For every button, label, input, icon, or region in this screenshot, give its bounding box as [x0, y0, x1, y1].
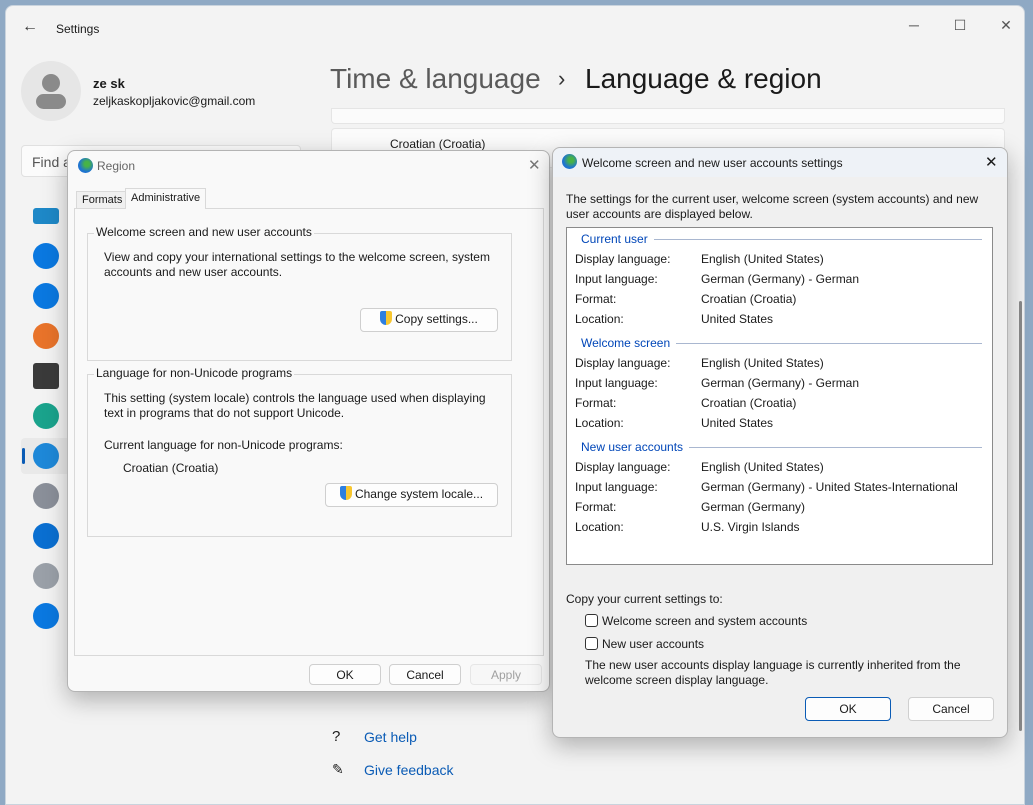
setting-value: German (Germany) - United States-Interna… — [701, 480, 958, 494]
time-language-icon[interactable] — [33, 443, 59, 469]
gaming-icon[interactable] — [33, 483, 59, 509]
setting-label: Location: — [575, 520, 624, 534]
selection-indicator — [22, 448, 25, 464]
avatar — [21, 61, 81, 121]
change-system-locale-button[interactable]: Change system locale... — [325, 483, 498, 507]
windows-update-icon[interactable] — [33, 603, 59, 629]
setting-value: United States — [701, 416, 774, 430]
back-icon[interactable]: ← — [22, 18, 38, 36]
setting-value: United States — [701, 312, 774, 326]
current-locale-label: Current language for non-Unicode program… — [104, 438, 343, 452]
personalization-icon[interactable] — [33, 323, 59, 349]
setting-value: German (Germany) - German — [701, 376, 860, 390]
welcome-settings-dialog: Welcome screen and new user accounts set… — [552, 147, 1008, 738]
welcome-close-button[interactable]: ✕ — [985, 153, 998, 171]
section-title: New user accounts — [581, 440, 982, 454]
copy-label: Copy your current settings to: — [566, 592, 723, 606]
inherit-note: The new user accounts display language i… — [585, 658, 961, 687]
breadcrumb-parent[interactable]: Time & language — [330, 63, 541, 95]
checkbox-box[interactable] — [585, 614, 598, 627]
unicode-group-text: This setting (system locale) controls th… — [104, 391, 486, 420]
setting-label: Input language: — [575, 272, 658, 286]
tab-administrative[interactable]: Administrative — [125, 188, 207, 209]
privacy-icon[interactable] — [33, 563, 59, 589]
setting-label: Input language: — [575, 480, 658, 494]
welcome-group-text: View and copy your international setting… — [104, 250, 490, 279]
welcome-title: Welcome screen and new user accounts set… — [582, 156, 843, 170]
give-feedback-link[interactable]: Give feedback — [364, 762, 454, 778]
group-title: Language for non-Unicode programs — [94, 366, 295, 380]
user-name: ze sk — [93, 76, 125, 91]
setting-value: U.S. Virgin Islands — [701, 520, 800, 534]
setting-label: Input language: — [575, 376, 658, 390]
page-title: Language & region — [585, 63, 822, 94]
setting-label: Display language: — [575, 252, 671, 266]
current-locale-value: Croatian (Croatia) — [123, 461, 219, 475]
accessibility-icon[interactable] — [33, 523, 59, 549]
setting-value: English (United States) — [701, 252, 824, 266]
setting-label: Location: — [575, 312, 624, 326]
uac-shield-icon — [380, 311, 393, 325]
minimize-button[interactable]: ─ — [894, 12, 934, 38]
setting-label: Display language: — [575, 356, 671, 370]
welcome-cancel-button[interactable]: Cancel — [908, 697, 994, 721]
close-button[interactable]: ✕ — [986, 12, 1026, 38]
settings-summary-box: Current user Display language: English (Un… — [566, 227, 993, 565]
group-title: Welcome screen and new user accounts — [94, 225, 314, 239]
tab-panel: Welcome screen and new user accounts Vie… — [74, 208, 544, 656]
window-title: Settings — [56, 22, 100, 36]
setting-value: Croatian (Croatia) — [701, 292, 797, 306]
row-text: Croatian (Croatia) — [390, 137, 486, 151]
accounts-icon[interactable] — [33, 403, 59, 429]
setting-label: Format: — [575, 292, 617, 306]
region-globe-icon — [78, 158, 93, 173]
region-dialog: Region ✕ Formats Administrative Welcome … — [67, 150, 550, 692]
setting-label: Format: — [575, 396, 617, 410]
uac-shield-icon — [339, 486, 352, 500]
welcome-group: Welcome screen and new user accounts Vie… — [87, 225, 512, 361]
section-title: Welcome screen — [581, 336, 982, 350]
region-close-button[interactable]: ✕ — [528, 156, 541, 174]
scrollbar[interactable] — [1019, 301, 1022, 731]
copy-settings-button[interactable]: Copy settings... — [360, 308, 498, 332]
unicode-group: Language for non-Unicode programs This s… — [87, 366, 512, 537]
checkbox-new-user-accounts[interactable]: New user accounts — [585, 637, 704, 651]
bluetooth-icon[interactable] — [33, 243, 59, 269]
tab-formats[interactable]: Formats — [76, 191, 129, 209]
welcome-intro: The settings for the current user, welco… — [566, 192, 979, 221]
maximize-button[interactable]: ☐ — [940, 12, 980, 38]
network-icon[interactable] — [33, 283, 59, 309]
setting-value: English (United States) — [701, 356, 824, 370]
system-icon[interactable] — [33, 208, 59, 224]
apps-icon[interactable] — [33, 363, 59, 389]
section-title: Current user — [581, 232, 982, 246]
region-ok-button[interactable]: OK — [309, 664, 381, 685]
setting-label: Location: — [575, 416, 624, 430]
region-apply-button[interactable]: Apply — [470, 664, 542, 685]
get-help-link[interactable]: Get help — [364, 729, 417, 745]
setting-value: German (Germany) - German — [701, 272, 860, 286]
user-email: zeljkaskopljakovic@gmail.com — [93, 94, 256, 108]
feedback-icon: ✎ — [332, 761, 344, 777]
welcome-globe-icon — [562, 154, 577, 169]
help-icon: ? — [332, 728, 341, 745]
setting-label: Display language: — [575, 460, 671, 474]
setting-value: English (United States) — [701, 460, 824, 474]
region-title: Region — [97, 159, 136, 173]
settings-card — [331, 108, 1005, 124]
setting-value: German (Germany) — [701, 500, 806, 514]
setting-value: Croatian (Croatia) — [701, 396, 797, 410]
breadcrumb-separator: › — [558, 66, 566, 91]
welcome-ok-button[interactable]: OK — [805, 697, 891, 721]
setting-label: Format: — [575, 500, 617, 514]
checkbox-box[interactable] — [585, 637, 598, 650]
region-cancel-button[interactable]: Cancel — [389, 664, 461, 685]
checkbox-welcome-screen[interactable]: Welcome screen and system accounts — [585, 614, 807, 628]
